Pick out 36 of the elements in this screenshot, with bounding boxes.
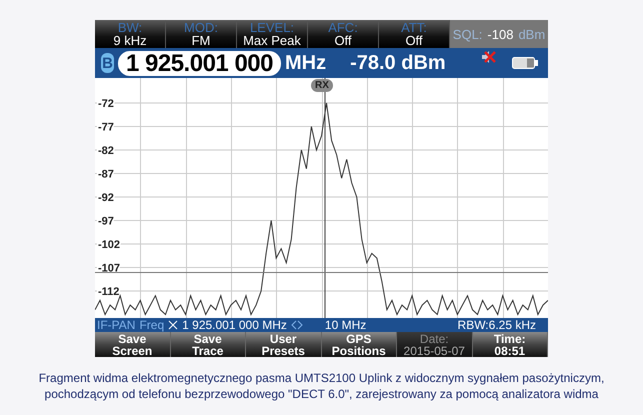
axis-label: -72	[98, 98, 114, 110]
softkey-button[interactable]: Save Trace	[170, 332, 246, 357]
axis-label: -107	[98, 262, 120, 275]
squelch-label: SQL:	[452, 26, 482, 42]
battery-icon	[512, 57, 538, 69]
softkey-button[interactable]: User Presets	[246, 332, 322, 357]
widen-icon	[290, 320, 303, 330]
setting-button[interactable]: ATT: Off	[379, 20, 450, 48]
setting-button[interactable]: BW: 9 kHz	[95, 20, 166, 48]
squelch-unit: dBm	[518, 26, 546, 42]
axis-label: -87	[98, 168, 114, 180]
frequency-field[interactable]: 1 925.001 000	[118, 50, 281, 76]
setting-button[interactable]: LEVEL: Max Peak	[237, 20, 308, 48]
band-badge: B	[101, 53, 114, 73]
marker-label: RX	[311, 79, 333, 92]
narrow-icon	[168, 320, 178, 330]
power-reading: -78.0 dBm	[350, 52, 446, 74]
axis-label: -102	[98, 239, 120, 252]
axis-label: -82	[98, 145, 114, 157]
axis-label: -92	[98, 192, 114, 204]
center-frequency: 1 925.001 000 MHz	[182, 318, 287, 332]
frequency-unit: MHz	[284, 52, 326, 74]
axis-label: -77	[98, 122, 114, 134]
axis-label: -97	[98, 216, 114, 228]
axis-label: -112	[98, 286, 120, 298]
softkey-button[interactable]: GPS Positions	[322, 332, 397, 357]
setting-button[interactable]: MOD: FM	[166, 20, 237, 48]
caption-text: Fragment widma elektromegnetycznego pasma UMTS2100 Uplink z widocznym sygnałem pasożytniczym, pochodzącym od telefonu bezprzewodowego "DECT 6.0", zarejestrowany za pomocą analizatora widma	[38, 370, 606, 402]
softkey-button[interactable]: Save Screen	[95, 332, 170, 357]
mode-label: IF-PAN	[97, 318, 136, 332]
rbw-value: RBW:6.25 kHz	[458, 318, 536, 332]
parameter-label: Freq	[139, 318, 164, 332]
softkey-button[interactable]: Time: 08:51	[472, 332, 548, 357]
squelch-value: -108	[487, 26, 514, 42]
span-value: 10 MHz	[324, 318, 366, 332]
setting-button[interactable]: AFC: Off	[308, 20, 379, 48]
